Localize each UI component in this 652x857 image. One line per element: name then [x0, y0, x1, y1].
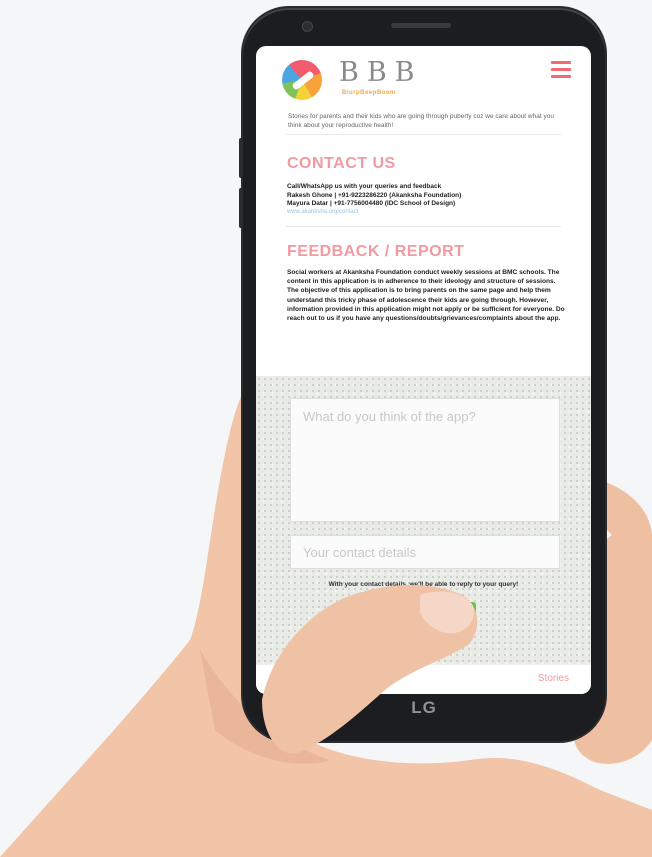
earpiece-speaker — [391, 23, 451, 28]
bbb-logo-icon[interactable] — [282, 60, 322, 100]
submit-button[interactable] — [412, 602, 476, 622]
volume-down-button[interactable] — [239, 188, 243, 228]
nav-stories-link[interactable]: Stories — [538, 673, 569, 684]
contact-line-1: Call/WhatsApp us with your queries and f… — [287, 183, 442, 190]
contact-us-heading: CONTACT US — [287, 155, 396, 172]
logo-tagline: BlurpBeepBoom — [342, 90, 396, 96]
device-brand-logo: LG — [411, 698, 437, 717]
feedback-textarea[interactable] — [290, 398, 560, 522]
divider — [286, 226, 561, 227]
contact-line-3: Mayura Datar | +91-7756004480 (IDC Schoo… — [287, 200, 456, 207]
phone-screen: BBB BlurpBeepBoom Stories for parents an… — [256, 46, 591, 694]
logo-text: BBB — [339, 57, 423, 88]
contact-line-2: Rakesh Ghone | +91-9223286220 (Akanksha … — [287, 191, 462, 199]
feedback-description: Social workers at Akanksha Foundation co… — [287, 269, 565, 323]
reply-note: With your contact details, we'll be able… — [328, 581, 519, 588]
contact-details-input[interactable] — [290, 535, 560, 569]
app-header: BBB BlurpBeepBoom — [256, 46, 591, 106]
volume-up-button[interactable] — [239, 138, 243, 178]
bottom-navigation: Stories — [256, 664, 591, 694]
contact-link[interactable]: www.akanksha.org/contact — [287, 209, 358, 215]
front-camera-icon — [302, 21, 313, 32]
contact-details: Call/WhatsApp us with your queries and f… — [287, 183, 577, 209]
hamburger-menu-icon[interactable] — [551, 61, 571, 78]
divider — [286, 134, 561, 135]
feedback-report-heading: FEEDBACK / REPORT — [287, 243, 465, 260]
phone-frame: BBB BlurpBeepBoom Stories for parents an… — [239, 8, 605, 741]
app-tagline: Stories for parents and their kids who a… — [288, 113, 554, 129]
